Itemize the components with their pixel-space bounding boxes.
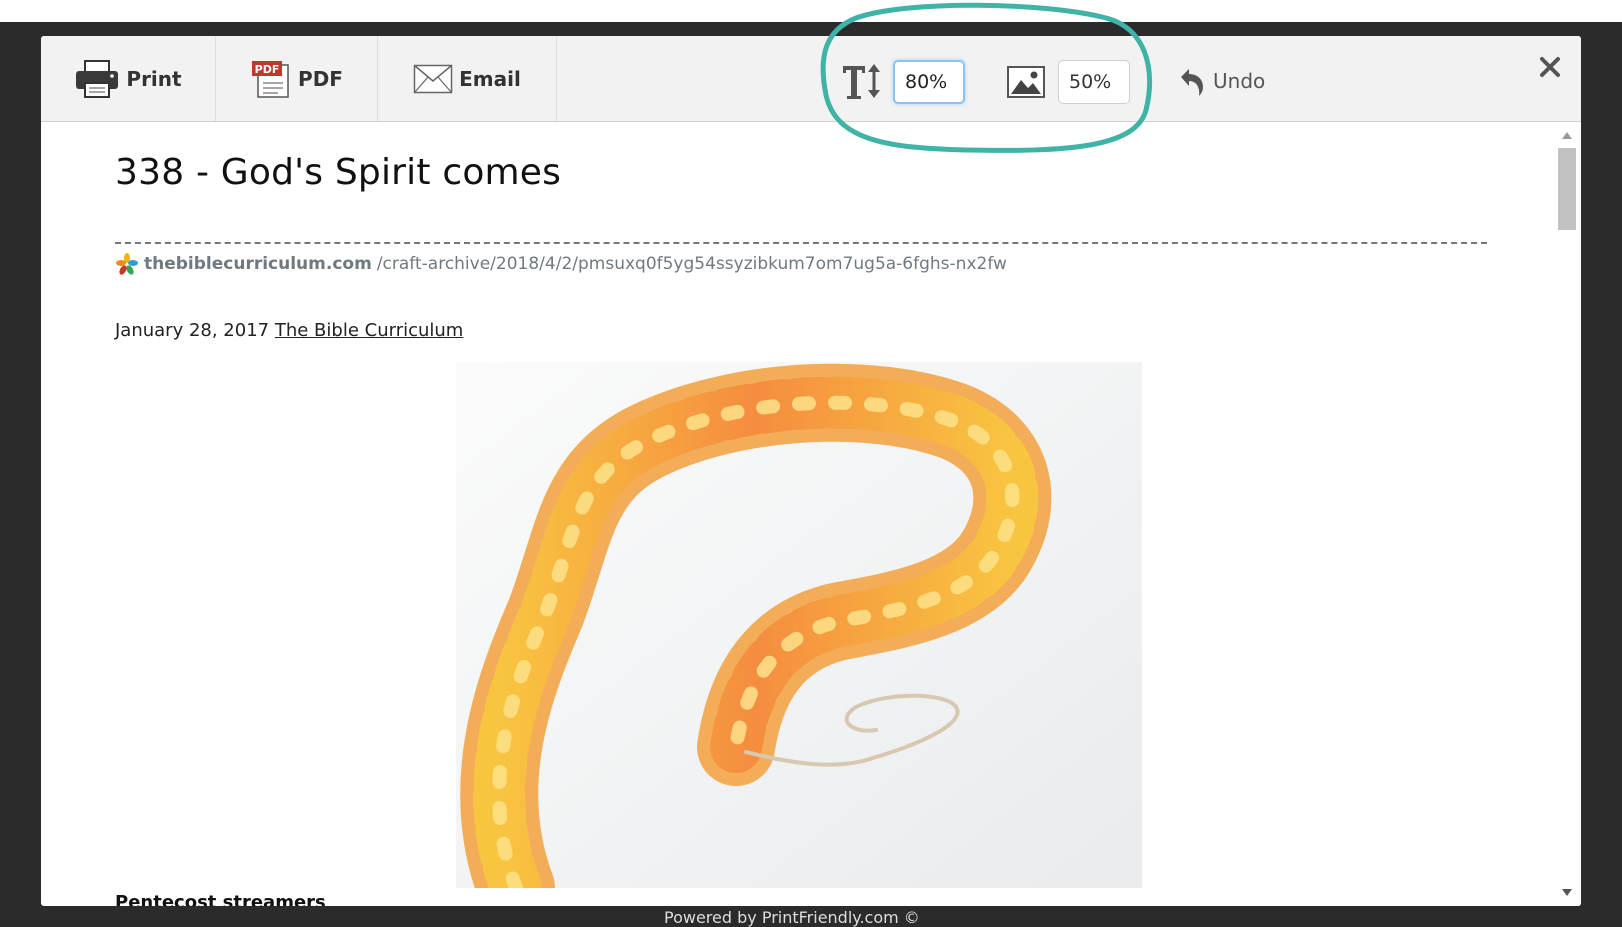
print-button[interactable]: Print xyxy=(41,36,216,121)
toolbar: Print PDF PDF Email 80% 50% Undo xyxy=(41,36,1581,122)
image-size-input[interactable] xyxy=(1058,60,1130,104)
email-button[interactable]: Email xyxy=(378,36,557,121)
undo-button[interactable]: Undo xyxy=(1177,62,1265,100)
print-preview-modal: Print PDF PDF Email 80% 50% Undo 338 - G… xyxy=(41,36,1581,906)
site-favicon-icon xyxy=(116,253,138,275)
image-icon xyxy=(1007,66,1045,98)
close-icon xyxy=(1540,57,1560,77)
page-top-strip xyxy=(0,0,1622,22)
section-heading-partial: Pentecost streamers xyxy=(115,892,326,906)
scroll-thumb[interactable] xyxy=(1558,148,1576,230)
pdf-button[interactable]: PDF PDF xyxy=(216,36,378,121)
text-size-icon xyxy=(843,64,880,99)
printer-icon xyxy=(76,59,119,98)
pentecost-streamer-photo xyxy=(456,362,1142,888)
article-title: 338 - God's Spirit comes xyxy=(115,152,562,193)
author-link[interactable]: The Bible Curriculum xyxy=(275,320,463,341)
scroll-up-arrow-icon[interactable] xyxy=(1562,132,1572,139)
pdf-badge-text: PDF xyxy=(255,63,280,76)
source-line: thebiblecurriculum.com /craft-archive/20… xyxy=(115,252,1007,276)
title-divider xyxy=(115,242,1487,244)
pdf-label: PDF xyxy=(298,66,343,91)
publish-date: January 28, 2017 xyxy=(115,320,270,341)
envelope-icon xyxy=(413,64,453,93)
scroll-down-arrow-icon[interactable] xyxy=(1562,889,1572,896)
undo-label: Undo xyxy=(1213,69,1266,93)
source-path: /craft-archive/2018/4/2/pmsuxq0f5yg54ssy… xyxy=(376,254,1007,274)
vertical-scrollbar[interactable] xyxy=(1551,122,1581,906)
email-label: Email xyxy=(459,66,521,91)
text-size-input[interactable] xyxy=(893,60,965,104)
pdf-file-icon: PDF xyxy=(252,60,289,98)
source-domain: thebiblecurriculum.com xyxy=(144,254,372,274)
close-button[interactable] xyxy=(1533,50,1567,84)
undo-arrow-icon xyxy=(1181,69,1203,96)
article-content: 338 - God's Spirit comes thebiblecurricu… xyxy=(41,122,1551,906)
publish-info: January 28, 2017 The Bible Curriculum xyxy=(115,320,463,341)
print-label: Print xyxy=(126,66,182,91)
